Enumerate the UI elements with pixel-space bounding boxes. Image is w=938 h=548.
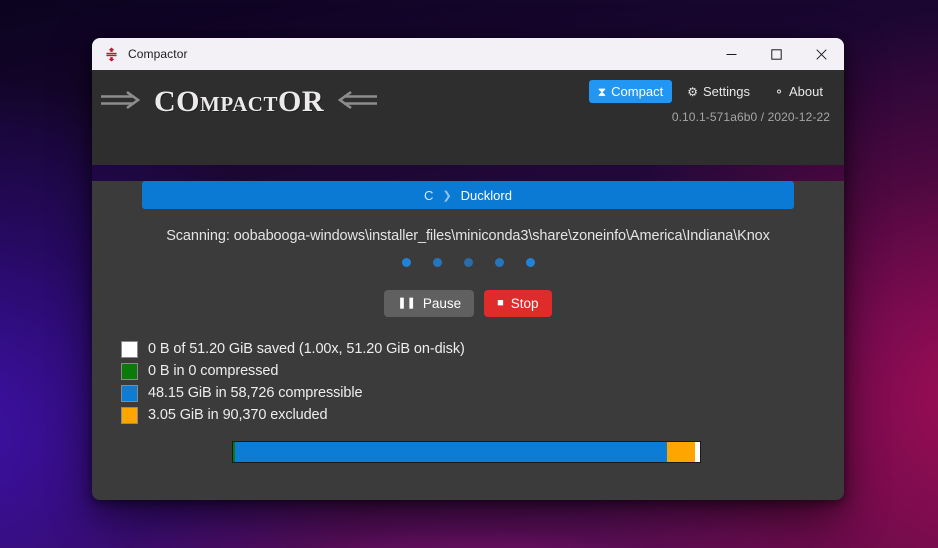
legend-label-saved: 0 B of 51.20 GiB saved (1.00x, 51.20 GiB… xyxy=(148,341,465,357)
info-icon: ⚬ xyxy=(773,84,785,99)
spinner-dot xyxy=(432,258,442,267)
logo-letter: C xyxy=(154,85,177,118)
logo-letter: O xyxy=(277,85,302,118)
logo-letter: M xyxy=(200,92,221,116)
action-buttons: ❚❚ Pause ■ Stop xyxy=(92,290,844,317)
legend-swatch-saved xyxy=(121,340,138,358)
nav-item-about[interactable]: ⚬ About xyxy=(765,80,832,103)
legend-row-compressible: 48.15 GiB in 58,726 compressible xyxy=(121,382,844,404)
progress-bar xyxy=(232,441,701,463)
legend-row-excluded: 3.05 GiB in 90,370 excluded xyxy=(121,404,844,426)
window-titlebar[interactable]: Compactor xyxy=(92,38,844,70)
compactor-icon xyxy=(103,46,119,62)
app-logo: COMPACTOR xyxy=(100,85,378,119)
hourglass-icon: ⧗ xyxy=(597,84,607,99)
close-button[interactable] xyxy=(799,38,844,70)
statistics-legend: 0 B of 51.20 GiB saved (1.00x, 51.20 GiB… xyxy=(121,338,844,426)
stop-button-label: Stop xyxy=(510,296,539,311)
main-content: C ❯ Ducklord Scanning: oobabooga-windows… xyxy=(92,181,844,500)
stop-icon: ■ xyxy=(497,297,504,309)
legend-swatch-compressed xyxy=(121,362,138,380)
nav-item-compact[interactable]: ⧗ Compact xyxy=(588,80,673,103)
loading-spinner xyxy=(92,258,844,267)
pause-button-label: Pause xyxy=(422,296,462,311)
spinner-dot xyxy=(525,258,535,267)
window-title: Compactor xyxy=(128,47,188,61)
legend-row-saved: 0 B of 51.20 GiB saved (1.00x, 51.20 GiB… xyxy=(121,338,844,360)
logo-letter: P xyxy=(220,92,233,116)
app-logo-text: COMPACTOR xyxy=(154,85,324,119)
app-header: COMPACTOR ⧗ Compact ⚙ Settings ⚬ About 0… xyxy=(92,70,844,165)
nav-item-settings[interactable]: ⚙ Settings xyxy=(678,80,759,103)
legend-row-compressed: 0 B in 0 compressed xyxy=(121,360,844,382)
legend-swatch-excluded xyxy=(121,406,138,424)
spinner-dot xyxy=(494,258,504,267)
compactor-window: Compactor COMPACTOR ⧗ Compact ⚙ Settings… xyxy=(92,38,844,500)
logo-letter: T xyxy=(263,92,278,116)
maximize-button[interactable] xyxy=(754,38,799,70)
logo-letter: O xyxy=(176,85,201,118)
logo-letter: R xyxy=(301,85,324,118)
nav-label-about: About xyxy=(789,84,823,99)
pause-icon: ❚❚ xyxy=(397,297,416,309)
breadcrumb-drive[interactable]: C xyxy=(424,188,433,203)
logo-letter: C xyxy=(247,92,264,116)
gear-icon: ⚙ xyxy=(687,84,698,99)
nav-label-compact: Compact xyxy=(611,84,664,99)
logo-letter: A xyxy=(232,92,248,116)
nav-label-settings: Settings xyxy=(702,84,750,99)
legend-label-compressed: 0 B in 0 compressed xyxy=(148,363,279,379)
breadcrumb-folder[interactable]: Ducklord xyxy=(461,188,512,203)
arrow-right-icon xyxy=(100,89,145,116)
progress-segment-excluded xyxy=(667,442,696,462)
minimize-button[interactable] xyxy=(709,38,754,70)
stop-button[interactable]: ■ Stop xyxy=(484,290,552,317)
arrow-left-icon xyxy=(333,89,378,116)
pause-button[interactable]: ❚❚ Pause xyxy=(384,290,475,317)
chevron-right-icon: ❯ xyxy=(442,189,452,202)
scanning-status-text: Scanning: oobabooga-windows\installer_fi… xyxy=(166,228,770,244)
spinner-dot xyxy=(463,258,473,267)
main-nav: ⧗ Compact ⚙ Settings ⚬ About xyxy=(588,80,832,103)
breadcrumb[interactable]: C ❯ Ducklord xyxy=(142,181,794,209)
legend-label-excluded: 3.05 GiB in 90,370 excluded xyxy=(148,407,328,423)
progress-segment-compressible xyxy=(235,442,668,462)
window-controls xyxy=(709,38,844,70)
legend-label-compressible: 48.15 GiB in 58,726 compressible xyxy=(148,385,363,401)
progress-segment-remaining xyxy=(695,442,700,462)
spinner-dot xyxy=(401,258,411,267)
version-label: 0.10.1-571a6b0 / 2020-12-22 xyxy=(671,110,830,124)
legend-swatch-compressible xyxy=(121,384,138,402)
